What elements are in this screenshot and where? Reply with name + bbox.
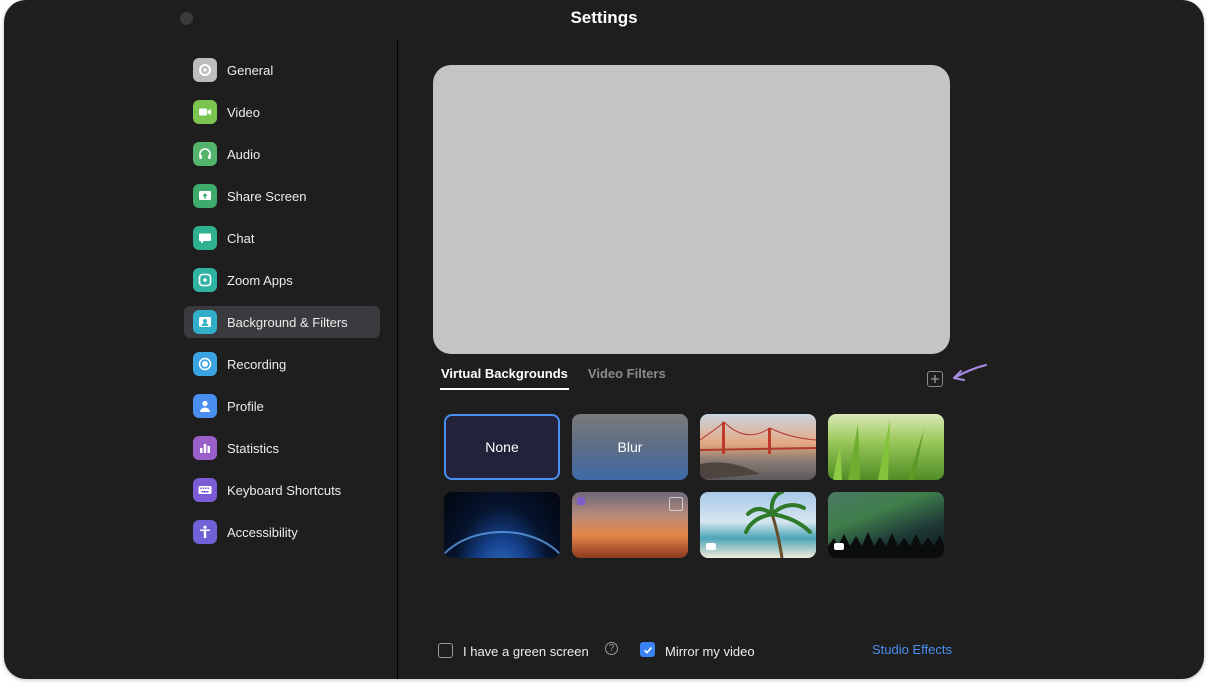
chat-bubble-icon bbox=[193, 226, 217, 250]
sidebar-item-share-screen[interactable]: Share Screen bbox=[184, 180, 380, 212]
accessibility-icon bbox=[193, 520, 217, 544]
green-screen-label: I have a green screen bbox=[463, 644, 589, 659]
gear-icon bbox=[193, 58, 217, 82]
mirror-video-label: Mirror my video bbox=[665, 644, 755, 659]
sidebar-item-label: Video bbox=[227, 104, 261, 120]
sidebar-item-audio[interactable]: Audio bbox=[184, 138, 380, 170]
record-icon bbox=[193, 352, 217, 376]
keyboard-icon bbox=[193, 478, 217, 502]
sidebar-item-label: Background & Filters bbox=[227, 314, 348, 330]
background-tile-aurora[interactable] bbox=[828, 492, 944, 558]
background-tabs: Virtual Backgrounds Video Filters bbox=[440, 366, 685, 390]
mini-app-badge bbox=[577, 497, 585, 505]
sidebar-item-video[interactable]: Video bbox=[184, 96, 380, 128]
background-grid: None Blur bbox=[444, 414, 944, 558]
video-preview bbox=[433, 65, 950, 354]
sidebar-divider bbox=[397, 40, 398, 679]
add-background-button[interactable] bbox=[927, 371, 943, 387]
background-tile-palm-beach[interactable] bbox=[700, 492, 816, 558]
annotation-arrow-icon bbox=[953, 364, 987, 381]
sidebar-item-label: General bbox=[227, 62, 274, 78]
help-icon[interactable]: ? bbox=[605, 642, 618, 655]
bottom-options: I have a green screen ? Mirror my video … bbox=[4, 640, 1204, 664]
tile-label: None bbox=[485, 439, 519, 455]
background-tile-sunset[interactable] bbox=[572, 492, 688, 558]
mirror-video-checkbox[interactable] bbox=[640, 642, 655, 657]
person-icon bbox=[193, 394, 217, 418]
plus-square-icon bbox=[931, 375, 939, 383]
sidebar-item-label: Chat bbox=[227, 230, 255, 246]
tab-video-filters[interactable]: Video Filters bbox=[587, 366, 667, 390]
tile-label: Blur bbox=[617, 439, 643, 455]
background-tile-grass[interactable] bbox=[828, 414, 944, 480]
background-tile-blur[interactable]: Blur bbox=[572, 414, 688, 480]
settings-window: Settings General Video Audio Share Scree… bbox=[4, 0, 1204, 679]
background-tile-earth-from-space[interactable] bbox=[444, 492, 560, 558]
sidebar-item-label: Statistics bbox=[227, 440, 280, 456]
window-title: Settings bbox=[570, 8, 638, 27]
sidebar-item-label: Share Screen bbox=[227, 188, 307, 204]
sidebar-item-chat[interactable]: Chat bbox=[184, 222, 380, 254]
video-camera-icon bbox=[193, 100, 217, 124]
sidebar-item-label: Keyboard Shortcuts bbox=[227, 482, 342, 498]
sidebar-item-label: Accessibility bbox=[227, 524, 298, 540]
mini-qr-icon bbox=[669, 497, 683, 511]
video-camera-icon bbox=[834, 543, 844, 550]
sidebar-item-label: Zoom Apps bbox=[227, 272, 293, 288]
sidebar-item-zoom-apps[interactable]: Zoom Apps bbox=[184, 264, 380, 296]
checkmark-icon bbox=[643, 646, 652, 654]
person-portrait-icon bbox=[193, 310, 217, 334]
sidebar-item-label: Recording bbox=[227, 356, 287, 372]
studio-effects-link[interactable]: Studio Effects bbox=[872, 642, 952, 657]
sidebar-item-label: Profile bbox=[227, 398, 264, 414]
background-tile-none[interactable]: None bbox=[444, 414, 560, 480]
sidebar-item-accessibility[interactable]: Accessibility bbox=[184, 516, 380, 548]
sidebar-item-recording[interactable]: Recording bbox=[184, 348, 380, 380]
green-screen-checkbox[interactable] bbox=[438, 643, 453, 658]
sidebar: General Video Audio Share Screen Chat Zo… bbox=[184, 54, 380, 558]
apps-icon bbox=[193, 268, 217, 292]
headphones-icon bbox=[193, 142, 217, 166]
sidebar-item-background-filters[interactable]: Background & Filters bbox=[184, 306, 380, 338]
sidebar-item-label: Audio bbox=[227, 146, 261, 162]
background-tile-golden-gate-bridge[interactable] bbox=[700, 414, 816, 480]
bar-chart-icon bbox=[193, 436, 217, 460]
tab-virtual-backgrounds[interactable]: Virtual Backgrounds bbox=[440, 366, 569, 390]
video-camera-icon bbox=[706, 543, 716, 550]
sidebar-item-general[interactable]: General bbox=[184, 54, 380, 86]
share-screen-icon bbox=[193, 184, 217, 208]
sidebar-item-profile[interactable]: Profile bbox=[184, 390, 380, 422]
sidebar-item-statistics[interactable]: Statistics bbox=[184, 432, 380, 464]
sidebar-item-keyboard-shortcuts[interactable]: Keyboard Shortcuts bbox=[184, 474, 380, 506]
